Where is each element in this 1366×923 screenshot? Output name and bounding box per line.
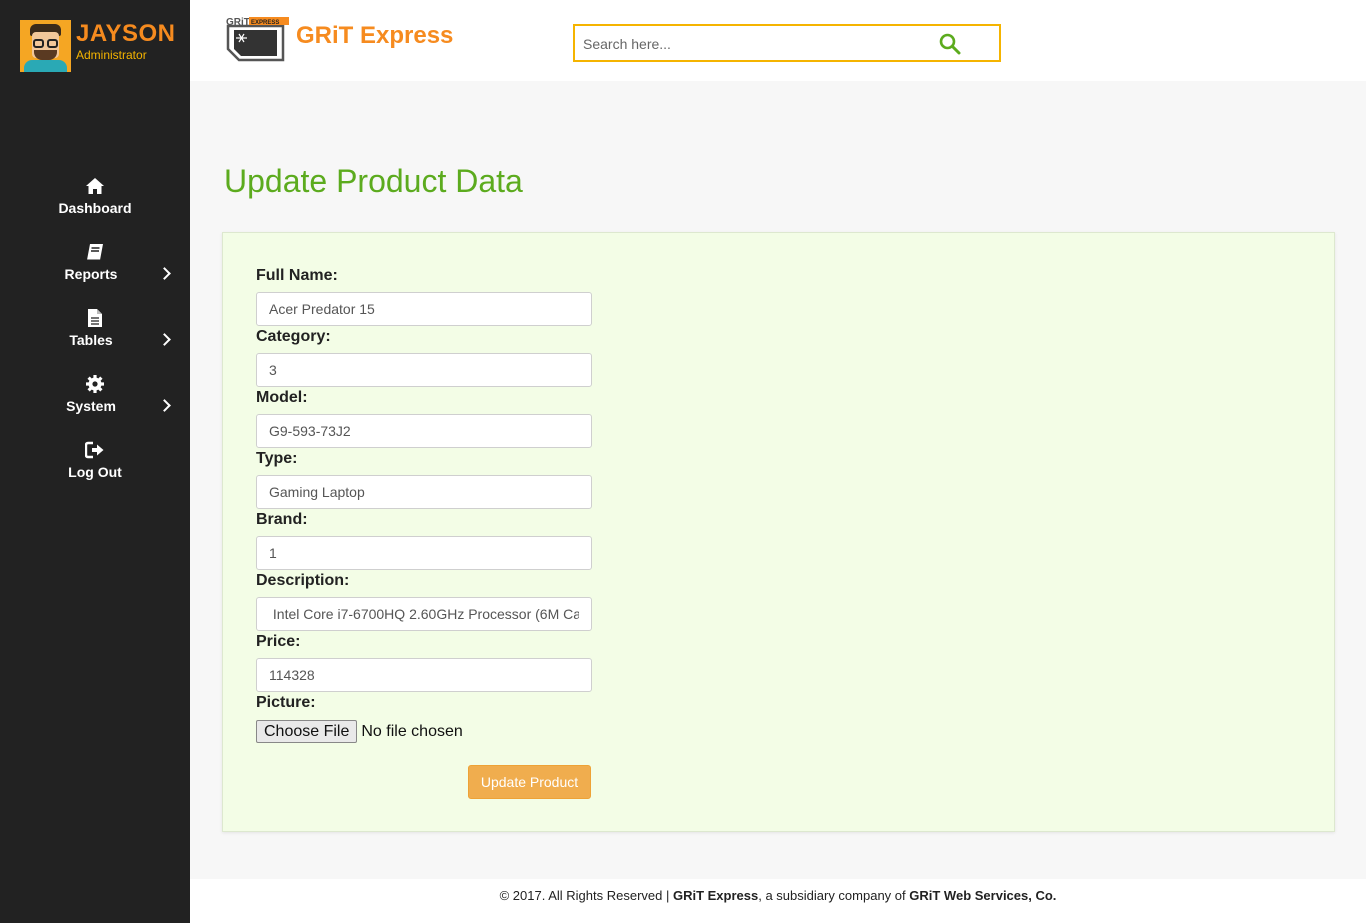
footer-brand: GRiT Express (672, 888, 759, 903)
sidebar-item-logout[interactable]: Log Out (0, 440, 190, 506)
page-title: Update Product Data (224, 163, 523, 199)
price-label: Price: (256, 633, 301, 650)
model-label: Model: (256, 389, 308, 406)
sidebar-item-label: System (66, 398, 116, 414)
sidebar-item-reports[interactable]: Reports (0, 242, 190, 308)
full-name-field[interactable] (256, 292, 592, 326)
gear-icon (0, 374, 190, 394)
book-icon (0, 242, 190, 262)
avatar (20, 20, 71, 72)
type-field[interactable] (256, 475, 592, 509)
search-input[interactable] (583, 34, 923, 54)
model-field[interactable] (256, 414, 592, 448)
sidebar-item-tables[interactable]: Tables (0, 308, 190, 374)
update-product-panel: Full Name: Category: Model: Type: Brand:… (222, 232, 1335, 832)
price-field[interactable] (256, 658, 592, 692)
sidebar-item-label: Log Out (68, 464, 122, 480)
footer-middle: , a subsidiary company of (758, 888, 910, 903)
top-header: GRiT EXPRESS GRiT Express (190, 0, 1366, 81)
home-icon (0, 176, 190, 196)
category-label: Category: (256, 328, 331, 345)
picture-file-input: Choose File No file chosen (256, 720, 592, 743)
full-name-label: Full Name: (256, 267, 338, 284)
sidebar-nav: Dashboard Reports Tables System Log Out (0, 176, 190, 506)
search-box (573, 24, 1001, 62)
brand-label: Brand: (256, 511, 308, 528)
update-product-button[interactable]: Update Product (468, 765, 591, 799)
user-role: Administrator (76, 48, 147, 62)
choose-file-button[interactable]: Choose File (256, 720, 358, 743)
sidebar-item-label: Tables (69, 332, 113, 348)
description-field[interactable] (256, 597, 592, 631)
brand-name[interactable]: GRiT Express (296, 22, 453, 50)
brand-logo[interactable]: GRiT EXPRESS (225, 16, 289, 64)
sidebar-item-label: Reports (64, 266, 118, 282)
description-label: Description: (256, 572, 350, 589)
update-product-form: Full Name: Category: Model: Type: Brand:… (256, 267, 592, 743)
footer: © 2017. All Rights Reserved | GRiT Expre… (190, 879, 1366, 923)
svg-text:GRiT: GRiT (226, 17, 250, 28)
footer-copyright: © 2017. All Rights Reserved | (499, 888, 673, 903)
logout-icon (0, 440, 190, 460)
type-label: Type: (256, 450, 298, 467)
user-profile: JAYSON Administrator (20, 20, 176, 72)
sidebar-item-label: Dashboard (58, 200, 132, 216)
user-name: JAYSON (76, 20, 176, 47)
search-icon[interactable] (939, 33, 961, 55)
brand-field[interactable] (256, 536, 592, 570)
category-field[interactable] (256, 353, 592, 387)
file-status: No file chosen (361, 722, 463, 740)
sidebar-item-dashboard[interactable]: Dashboard (0, 176, 190, 242)
svg-text:EXPRESS: EXPRESS (251, 20, 279, 26)
sidebar-item-system[interactable]: System (0, 374, 190, 440)
sidebar: JAYSON Administrator Dashboard Reports T… (0, 0, 190, 923)
footer-company: GRiT Web Services, Co. (909, 888, 1057, 903)
picture-label: Picture: (256, 694, 316, 711)
file-icon (0, 308, 190, 328)
